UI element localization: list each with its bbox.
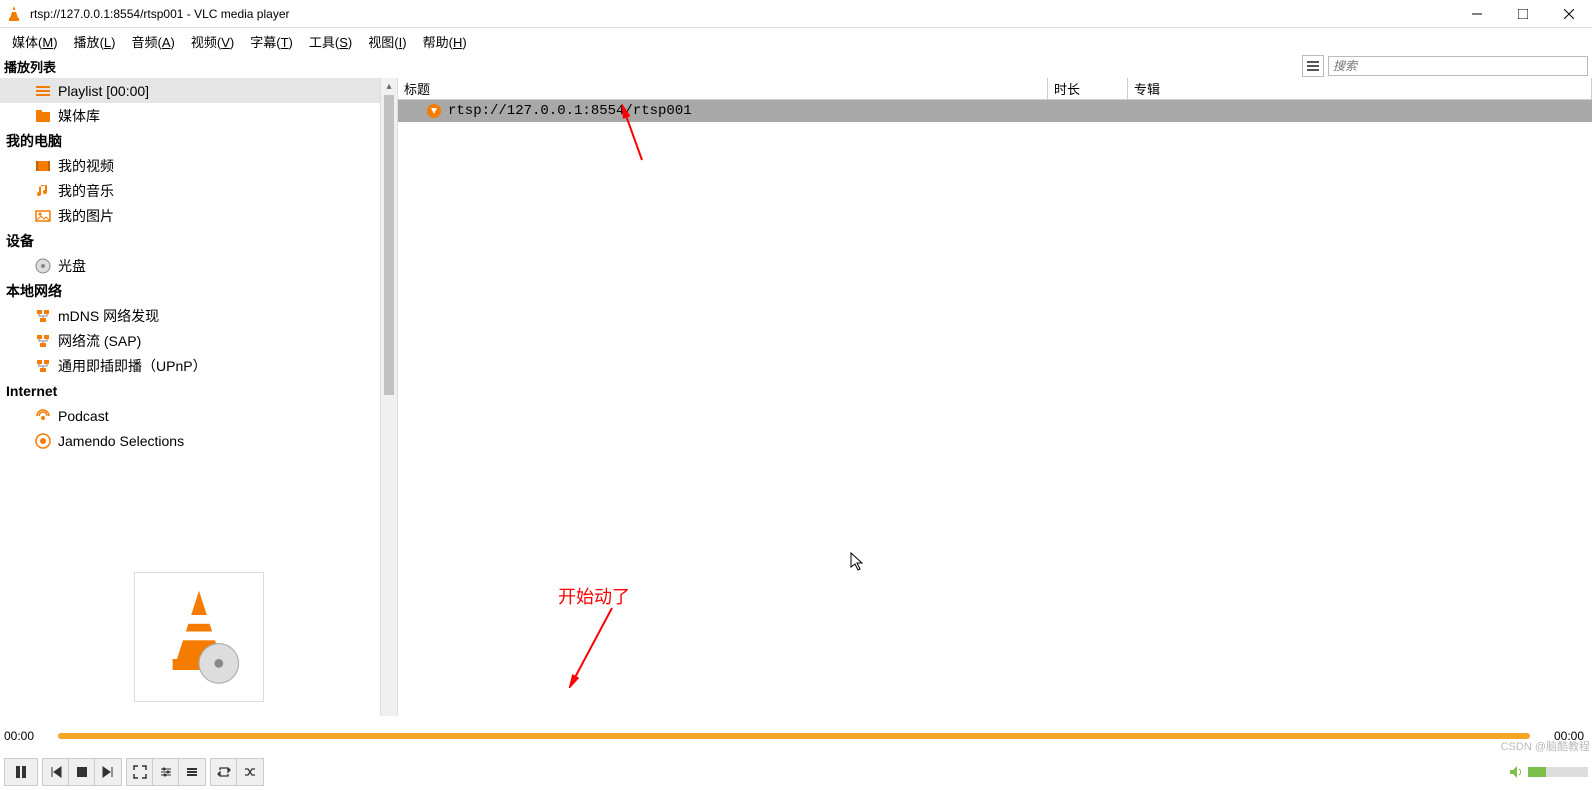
playlist-row[interactable]: rtsp://127.0.0.1:8554/rtsp001 [398, 100, 1592, 122]
playlist-header-row: 播放列表 [0, 54, 1592, 78]
sidebar-item[interactable]: 媒体库 [0, 103, 397, 128]
mouse-cursor-icon [850, 552, 866, 572]
title-bar: rtsp://127.0.0.1:8554/rtsp001 - VLC medi… [0, 0, 1592, 28]
sidebar-item-label: 本地网络 [6, 281, 62, 301]
video-icon [34, 157, 52, 175]
maximize-button[interactable] [1500, 0, 1546, 28]
sidebar-item-label: 我的视频 [58, 156, 114, 176]
folder-icon [34, 107, 52, 125]
sidebar: Playlist [00:00] 媒体库我的电脑我的视频我的音乐我的图片设备光盘本… [0, 78, 398, 716]
progress-row: 00:00 00:00 [0, 716, 1592, 756]
sidebar-item-label: Internet [6, 383, 57, 399]
sidebar-item-label: 通用即插即播（UPnP） [58, 356, 207, 376]
window-title: rtsp://127.0.0.1:8554/rtsp001 - VLC medi… [30, 7, 1454, 21]
sidebar-item-label: 我的电脑 [6, 131, 62, 151]
sidebar-item[interactable]: mDNS 网络发现 [0, 303, 397, 328]
disc-icon [34, 257, 52, 275]
close-button[interactable] [1546, 0, 1592, 28]
previous-button[interactable] [43, 759, 69, 785]
menu-view[interactable]: 视图(I) [360, 32, 414, 51]
sidebar-item[interactable]: Playlist [00:00] [0, 78, 397, 103]
app-icon [4, 4, 24, 24]
sidebar-item[interactable]: 我的音乐 [0, 178, 397, 203]
menu-subtitle[interactable]: 字幕(T) [242, 32, 301, 51]
view-mode-button[interactable] [1302, 55, 1324, 77]
sidebar-item-label: Playlist [00:00] [58, 83, 149, 99]
album-art [134, 572, 264, 702]
playlist-icon [34, 82, 52, 100]
playlist-row-title: rtsp://127.0.0.1:8554/rtsp001 [448, 103, 692, 119]
menu-bar: 媒体(M) 播放(L) 音频(A) 视频(V) 字幕(T) 工具(S) 视图(I… [0, 28, 1592, 54]
loop-button[interactable] [211, 759, 237, 785]
picture-icon [34, 207, 52, 225]
controls-row [0, 756, 1592, 790]
menu-tools[interactable]: 工具(S) [301, 32, 360, 51]
loop-group [210, 758, 264, 786]
menu-help[interactable]: 帮助(H) [415, 32, 475, 51]
menu-audio[interactable]: 音频(A) [123, 32, 182, 51]
sidebar-section-header: Internet [0, 378, 397, 403]
sidebar-item-label: 网络流 (SAP) [58, 331, 141, 351]
sidebar-item[interactable]: 光盘 [0, 253, 397, 278]
menu-playback[interactable]: 播放(L) [66, 32, 124, 51]
sidebar-item-label: 媒体库 [58, 106, 100, 126]
sidebar-section-header: 我的电脑 [0, 128, 397, 153]
sidebar-item[interactable]: 网络流 (SAP) [0, 328, 397, 353]
sidebar-section-header: 设备 [0, 228, 397, 253]
sidebar-item-label: Jamendo Selections [58, 433, 184, 449]
sidebar-item-label: mDNS 网络发现 [58, 306, 159, 326]
sidebar-item[interactable]: 我的图片 [0, 203, 397, 228]
stop-button[interactable] [69, 759, 95, 785]
network-icon [34, 332, 52, 350]
sidebar-item-label: 设备 [6, 231, 34, 251]
playlist-title: 播放列表 [4, 57, 1302, 76]
sidebar-item-label: Podcast [58, 408, 109, 424]
sidebar-item[interactable]: 我的视频 [0, 153, 397, 178]
time-total: 00:00 [1538, 729, 1584, 743]
menu-video[interactable]: 视频(V) [183, 32, 242, 51]
view-group [126, 758, 206, 786]
playlist-toggle-button[interactable] [179, 759, 205, 785]
column-headers: 标题 时长 专辑 [398, 78, 1592, 100]
jamendo-icon [34, 432, 52, 450]
sidebar-tree: Playlist [00:00] 媒体库我的电脑我的视频我的音乐我的图片设备光盘本… [0, 78, 397, 562]
time-elapsed: 00:00 [4, 729, 50, 743]
volume-control[interactable] [1509, 765, 1588, 779]
network-icon [34, 357, 52, 375]
column-album[interactable]: 专辑 [1128, 78, 1592, 99]
music-icon [34, 182, 52, 200]
sidebar-item[interactable]: 通用即插即播（UPnP） [0, 353, 397, 378]
minimize-button[interactable] [1454, 0, 1500, 28]
menu-media[interactable]: 媒体(M) [4, 32, 66, 51]
extended-settings-button[interactable] [153, 759, 179, 785]
volume-icon [1509, 765, 1525, 779]
main-split: Playlist [00:00] 媒体库我的电脑我的视频我的音乐我的图片设备光盘本… [0, 78, 1592, 716]
sidebar-scrollbar[interactable]: ▴ [380, 78, 397, 716]
nav-group [42, 758, 122, 786]
next-button[interactable] [95, 759, 121, 785]
sidebar-item-label: 我的图片 [58, 206, 114, 226]
sidebar-item-label: 我的音乐 [58, 181, 114, 201]
playlist-pane: 标题 时长 专辑 rtsp://127.0.0.1:8554/rtsp001 开… [398, 78, 1592, 716]
network-stream-icon [426, 103, 442, 119]
pause-button[interactable] [4, 758, 38, 786]
seek-bar[interactable] [58, 733, 1530, 739]
sidebar-item-label: 光盘 [58, 256, 86, 276]
volume-slider[interactable] [1528, 767, 1588, 777]
scroll-up-icon[interactable]: ▴ [381, 78, 397, 95]
shuffle-button[interactable] [237, 759, 263, 785]
network-icon [34, 307, 52, 325]
podcast-icon [34, 407, 52, 425]
search-input[interactable] [1328, 56, 1588, 76]
scroll-thumb[interactable] [384, 95, 394, 395]
sidebar-item[interactable]: Podcast [0, 403, 397, 428]
sidebar-section-header: 本地网络 [0, 278, 397, 303]
sidebar-item[interactable]: Jamendo Selections [0, 428, 397, 453]
column-title[interactable]: 标题 [398, 78, 1048, 99]
annotation-text: 开始动了 [558, 583, 630, 609]
fullscreen-button[interactable] [127, 759, 153, 785]
column-duration[interactable]: 时长 [1048, 78, 1128, 99]
